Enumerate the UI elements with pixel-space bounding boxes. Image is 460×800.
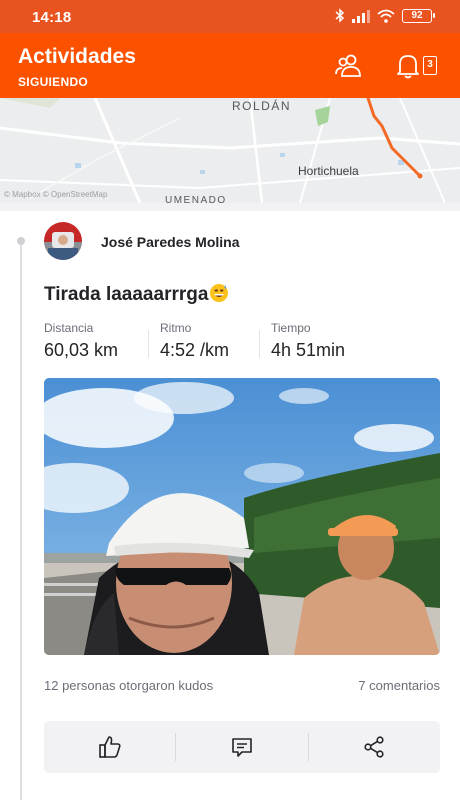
activity-map[interactable]: ROLDÁN Hortichuela UMENADO © Mapbox © Op… bbox=[0, 98, 460, 203]
status-bar: 14:18 92 bbox=[0, 0, 460, 33]
stat-label: Ritmo bbox=[160, 321, 192, 335]
page-title: Actividades bbox=[18, 45, 136, 68]
activity-photo[interactable] bbox=[44, 378, 440, 655]
avatar[interactable] bbox=[44, 222, 82, 260]
stat-divider bbox=[148, 330, 149, 358]
bluetooth-icon bbox=[335, 8, 345, 23]
stat-label: Tiempo bbox=[271, 321, 311, 335]
feed-separator bbox=[0, 203, 460, 211]
comment-button[interactable] bbox=[176, 721, 307, 773]
find-friends-button[interactable] bbox=[332, 51, 366, 81]
notification-count-badge: 3 bbox=[423, 56, 437, 75]
stat-value: 4:52 /km bbox=[160, 340, 230, 360]
status-icons: 92 bbox=[335, 8, 435, 23]
bell-icon bbox=[397, 55, 419, 79]
map-label-hortichuela: Hortichuela bbox=[298, 164, 359, 178]
map-label-partial: UMENADO bbox=[165, 195, 227, 203]
timeline-dot bbox=[17, 237, 25, 245]
athlete-name[interactable]: José Paredes Molina bbox=[101, 234, 240, 250]
signal-icon bbox=[352, 9, 370, 23]
stat-pace: Ritmo 4:52 /km bbox=[160, 321, 229, 361]
timeline-line bbox=[20, 240, 22, 800]
map-credit: © Mapbox © OpenStreetMap bbox=[4, 190, 108, 199]
wifi-icon bbox=[377, 9, 395, 23]
comment-icon bbox=[232, 738, 252, 757]
app-header: Actividades SIGUIENDO 3 bbox=[0, 33, 460, 98]
stat-divider bbox=[259, 330, 260, 358]
kudos-count-link[interactable]: 12 personas otorgaron kudos bbox=[44, 678, 213, 693]
comments-count-link[interactable]: 7 comentarios bbox=[358, 678, 440, 693]
battery-icon: 92 bbox=[402, 8, 435, 23]
grinning-sweat-emoji-icon bbox=[210, 284, 229, 302]
status-time: 14:18 bbox=[32, 9, 72, 26]
feed-filter-label[interactable]: SIGUIENDO bbox=[18, 75, 88, 89]
stat-value: 60,03 km bbox=[44, 340, 119, 360]
people-icon bbox=[335, 54, 361, 77]
kudos-thumb-icon bbox=[98, 736, 121, 758]
share-button[interactable] bbox=[309, 721, 440, 773]
route-end-marker bbox=[417, 173, 423, 179]
activity-title-text: Tirada laaaaarrrga bbox=[44, 284, 209, 305]
stat-time: Tiempo 4h 51min bbox=[271, 321, 345, 361]
notifications-button[interactable]: 3 bbox=[392, 51, 444, 81]
map-label-roldan: ROLDÁN bbox=[232, 99, 292, 113]
stat-value: 4h 51min bbox=[271, 340, 346, 360]
stat-distance: Distancia 60,03 km bbox=[44, 321, 118, 361]
activity-title[interactable]: Tirada laaaaarrrga bbox=[44, 283, 229, 306]
give-kudos-button[interactable] bbox=[44, 721, 175, 773]
action-bar bbox=[44, 721, 440, 773]
share-icon bbox=[364, 736, 384, 758]
stat-label: Distancia bbox=[44, 321, 94, 335]
